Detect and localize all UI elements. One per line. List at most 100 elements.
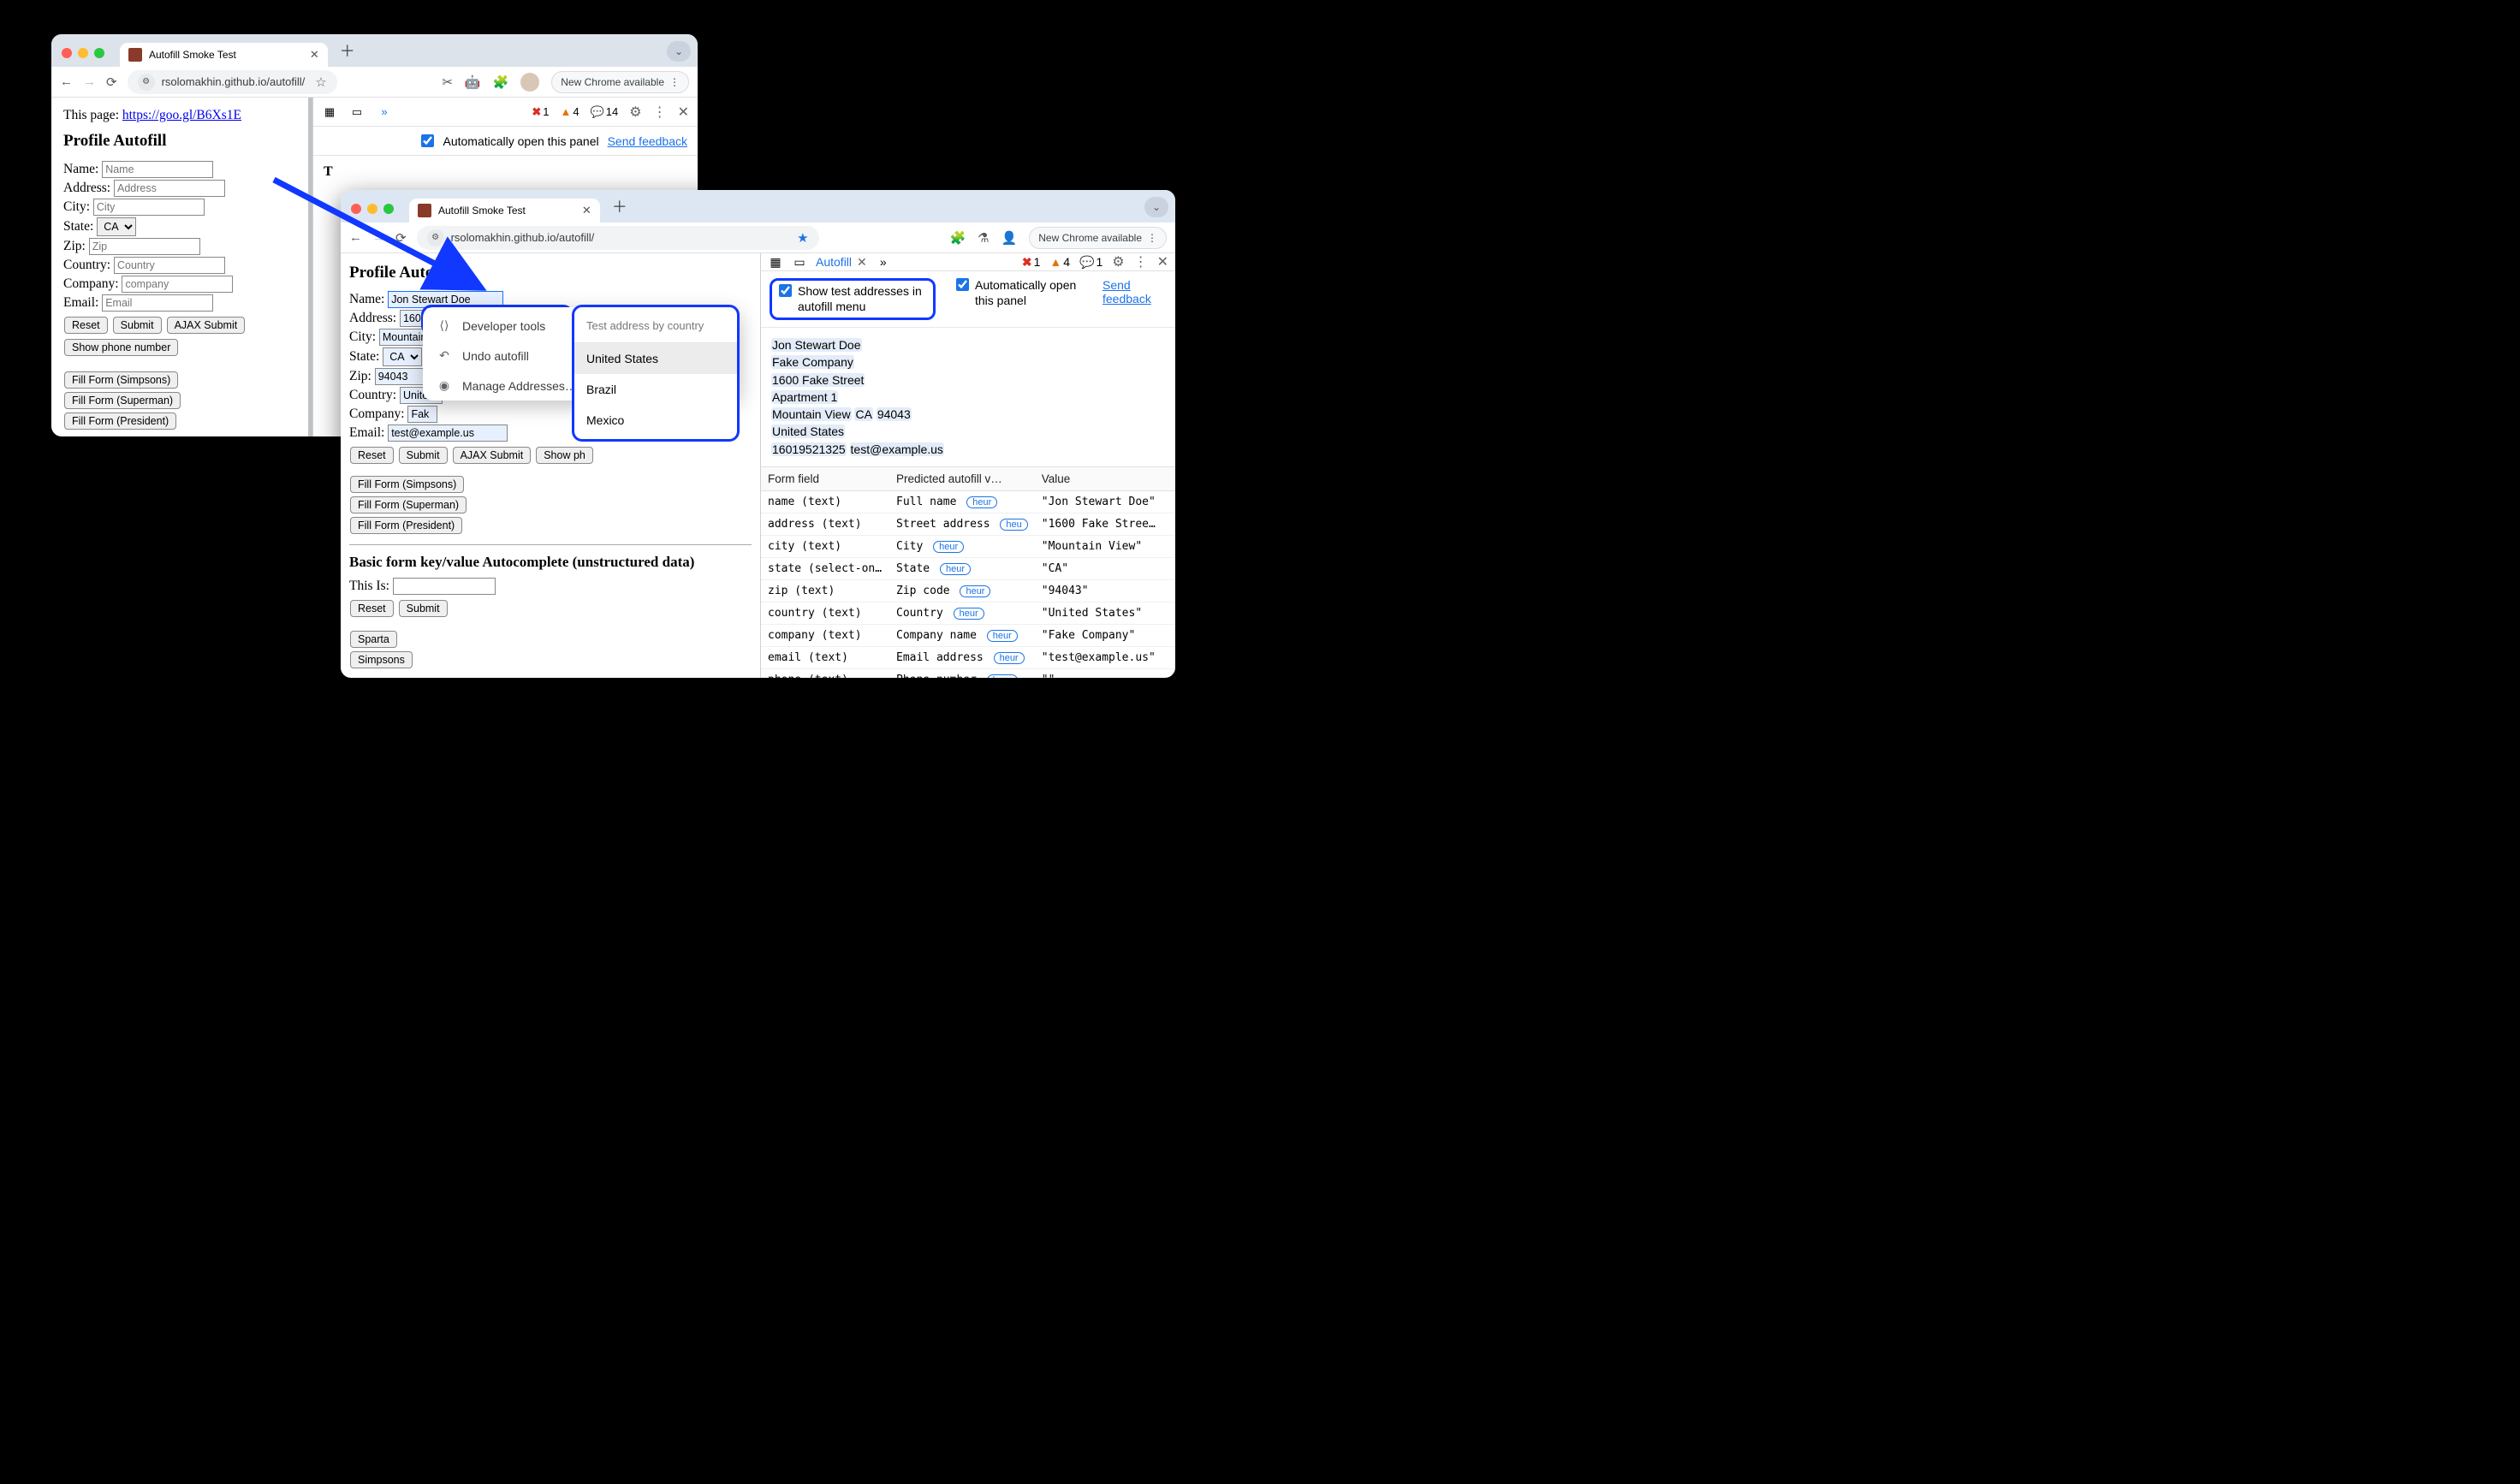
email-input[interactable] bbox=[388, 424, 508, 442]
responsive-icon[interactable]: ▭ bbox=[792, 254, 807, 270]
submit-button[interactable]: Submit bbox=[113, 317, 162, 334]
new-tab-button[interactable]: ＋ bbox=[607, 195, 633, 223]
bookmark-star-icon[interactable]: ★ bbox=[797, 230, 808, 246]
profile-avatar[interactable] bbox=[520, 73, 539, 92]
site-settings-icon[interactable]: ⚙ bbox=[427, 229, 444, 246]
thisis-input[interactable] bbox=[393, 578, 496, 595]
basic-submit-button[interactable]: Submit bbox=[399, 600, 448, 617]
profile-icon[interactable]: 👤 bbox=[1001, 230, 1018, 246]
cell-field: name (text) bbox=[761, 491, 889, 513]
address-bar[interactable]: ⚙ rsolomakhin.github.io/autofill/ ★ bbox=[417, 226, 819, 250]
country-input[interactable] bbox=[114, 257, 225, 274]
update-chrome-button[interactable]: New Chrome available ⋮ bbox=[1029, 227, 1167, 249]
maximize-window-button[interactable] bbox=[94, 48, 104, 58]
fill-superman-button[interactable]: Fill Form (Superman) bbox=[350, 496, 467, 513]
address-input[interactable] bbox=[114, 180, 225, 197]
country-option-mexico[interactable]: Mexico bbox=[574, 405, 737, 436]
this-page-link[interactable]: https://goo.gl/B6Xs1E bbox=[122, 108, 241, 122]
fill-sparta-button[interactable]: Sparta bbox=[350, 631, 397, 648]
close-devtools-icon[interactable]: ✕ bbox=[678, 104, 689, 121]
browser-tab[interactable]: Autofill Smoke Test ✕ bbox=[409, 199, 600, 223]
basic-reset-button[interactable]: Reset bbox=[350, 600, 394, 617]
minimize-window-button[interactable] bbox=[367, 204, 377, 214]
company-input[interactable] bbox=[407, 406, 437, 423]
kebab-icon[interactable]: ⋮ bbox=[1134, 253, 1148, 270]
fill-superman-button[interactable]: Fill Form (Superman) bbox=[64, 392, 181, 409]
city-input[interactable] bbox=[93, 199, 205, 216]
extensions-icon[interactable]: 🧩 bbox=[493, 74, 509, 90]
back-button[interactable]: ← bbox=[349, 230, 362, 245]
auto-open-checkbox[interactable] bbox=[421, 134, 434, 147]
inspect-icon[interactable]: ▦ bbox=[768, 254, 783, 270]
cell-value: "Jon Stewart Doe" bbox=[1035, 491, 1175, 513]
state-select[interactable]: CA bbox=[97, 217, 136, 236]
country-option-us[interactable]: United States bbox=[574, 343, 737, 374]
reset-button[interactable]: Reset bbox=[350, 447, 394, 464]
settings-icon[interactable]: ⚙ bbox=[1112, 253, 1124, 270]
auto-open-checkbox[interactable] bbox=[956, 278, 969, 291]
close-devtools-icon[interactable]: ✕ bbox=[1157, 253, 1168, 270]
inspect-icon[interactable]: ▦ bbox=[322, 104, 337, 120]
close-panel-icon[interactable]: ✕ bbox=[857, 255, 867, 270]
warning-count[interactable]: 4 bbox=[560, 105, 579, 118]
show-phone-button[interactable]: Show ph bbox=[536, 447, 593, 464]
minimize-window-button[interactable] bbox=[78, 48, 88, 58]
reset-button[interactable]: Reset bbox=[64, 317, 108, 334]
name-input[interactable] bbox=[102, 161, 213, 178]
page-content: This page: https://goo.gl/B6Xs1E Profile… bbox=[51, 98, 308, 436]
email-input[interactable] bbox=[102, 294, 213, 312]
state-select[interactable]: CA bbox=[383, 347, 422, 366]
update-chrome-button[interactable]: New Chrome available ⋮ bbox=[551, 71, 689, 93]
reload-button[interactable]: ⟳ bbox=[395, 230, 407, 246]
cell-value: "Fake Company" bbox=[1035, 625, 1175, 647]
fill-simpsons-button[interactable]: Fill Form (Simpsons) bbox=[350, 476, 464, 493]
forward-button[interactable]: → bbox=[83, 74, 96, 89]
zip-input[interactable] bbox=[375, 368, 426, 385]
bookmark-star-icon[interactable]: ☆ bbox=[315, 74, 326, 90]
error-count[interactable]: 1 bbox=[532, 105, 549, 119]
autofill-tab[interactable]: Autofill ✕ bbox=[816, 255, 867, 270]
robot-icon[interactable]: 🤖 bbox=[465, 74, 481, 90]
responsive-icon[interactable]: ▭ bbox=[349, 104, 365, 120]
send-feedback-link[interactable]: Send feedback bbox=[1102, 278, 1162, 306]
tab-overflow-button[interactable]: ⌄ bbox=[667, 41, 691, 62]
tab-overflow-button[interactable]: ⌄ bbox=[1144, 197, 1168, 217]
more-tabs-icon[interactable]: » bbox=[377, 104, 392, 120]
country-option-brazil[interactable]: Brazil bbox=[574, 374, 737, 405]
back-button[interactable]: ← bbox=[60, 74, 73, 89]
fill-simpsons2-button[interactable]: Simpsons bbox=[350, 651, 413, 668]
show-phone-button[interactable]: Show phone number bbox=[64, 339, 178, 356]
more-tabs-icon[interactable]: » bbox=[876, 254, 891, 270]
kebab-icon[interactable]: ⋮ bbox=[653, 104, 667, 121]
site-settings-icon[interactable]: ⚙ bbox=[138, 74, 155, 91]
forward-button[interactable]: → bbox=[372, 230, 385, 245]
fill-president-button[interactable]: Fill Form (President) bbox=[350, 517, 462, 534]
close-tab-icon[interactable]: ✕ bbox=[310, 48, 319, 62]
cut-icon[interactable]: ✂ bbox=[442, 74, 453, 90]
maximize-window-button[interactable] bbox=[383, 204, 394, 214]
extensions-icon[interactable]: 🧩 bbox=[949, 230, 966, 246]
warning-count[interactable]: 4 bbox=[1049, 255, 1070, 269]
zip-input[interactable] bbox=[89, 238, 200, 255]
fill-president-button[interactable]: Fill Form (President) bbox=[64, 413, 176, 430]
settings-icon[interactable]: ⚙ bbox=[629, 104, 641, 121]
close-window-button[interactable] bbox=[62, 48, 72, 58]
fill-simpsons-button[interactable]: Fill Form (Simpsons) bbox=[64, 371, 178, 389]
close-window-button[interactable] bbox=[351, 204, 361, 214]
company-input[interactable] bbox=[122, 276, 233, 293]
message-count[interactable]: 1 bbox=[1079, 255, 1102, 270]
message-count[interactable]: 14 bbox=[591, 105, 619, 119]
reload-button[interactable]: ⟳ bbox=[106, 74, 117, 90]
ajax-submit-button[interactable]: AJAX Submit bbox=[167, 317, 246, 334]
labs-icon[interactable]: ⚗ bbox=[978, 230, 989, 246]
address-bar[interactable]: ⚙ rsolomakhin.github.io/autofill/ ☆ bbox=[128, 70, 337, 94]
submit-button[interactable]: Submit bbox=[399, 447, 448, 464]
ajax-submit-button[interactable]: AJAX Submit bbox=[453, 447, 532, 464]
name-input[interactable] bbox=[388, 291, 503, 308]
send-feedback-link[interactable]: Send feedback bbox=[608, 134, 687, 148]
close-tab-icon[interactable]: ✕ bbox=[582, 204, 591, 217]
error-count[interactable]: 1 bbox=[1022, 255, 1041, 270]
show-test-addresses-checkbox[interactable] bbox=[779, 284, 792, 297]
browser-tab[interactable]: Autofill Smoke Test ✕ bbox=[120, 43, 328, 67]
new-tab-button[interactable]: ＋ bbox=[335, 39, 360, 67]
